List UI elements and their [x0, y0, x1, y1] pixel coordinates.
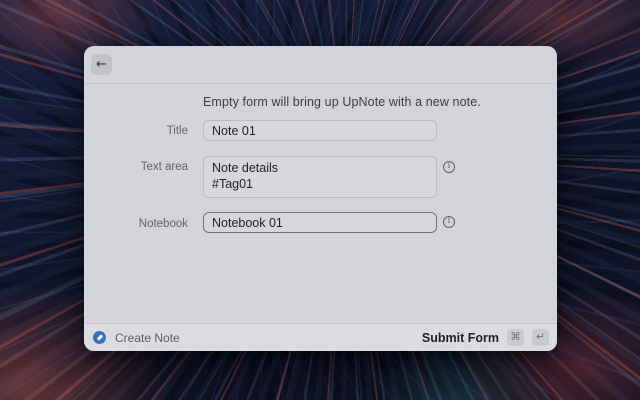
form-instruction: Empty form will bring up UpNote with a n…	[203, 95, 481, 109]
textarea-info-icon[interactable]: i	[443, 161, 455, 173]
back-arrow-icon: ←	[96, 57, 107, 72]
upnote-app-icon	[93, 331, 106, 344]
submit-form-button[interactable]: Submit Form ⌘ ↵	[422, 329, 549, 346]
back-button[interactable]: ←	[91, 54, 112, 75]
window-header: ←	[84, 46, 557, 84]
textarea-field-label: Text area	[84, 161, 188, 173]
shortcut-form-window: ← Empty form will bring up UpNote with a…	[84, 46, 557, 351]
note-details-textarea[interactable]: Note details #Tag01	[203, 156, 437, 198]
notebook-field-label: Notebook	[84, 218, 188, 230]
shortcut-action-label: Create Note	[115, 331, 180, 345]
notebook-input[interactable]	[203, 212, 437, 233]
return-key-icon: ↵	[532, 329, 549, 346]
title-field-label: Title	[84, 125, 188, 137]
command-key-icon: ⌘	[507, 329, 524, 346]
submit-form-label: Submit Form	[422, 331, 499, 345]
window-footer: Create Note Submit Form ⌘ ↵	[84, 323, 557, 351]
title-input[interactable]	[203, 120, 437, 141]
notebook-info-icon[interactable]: i	[443, 216, 455, 228]
